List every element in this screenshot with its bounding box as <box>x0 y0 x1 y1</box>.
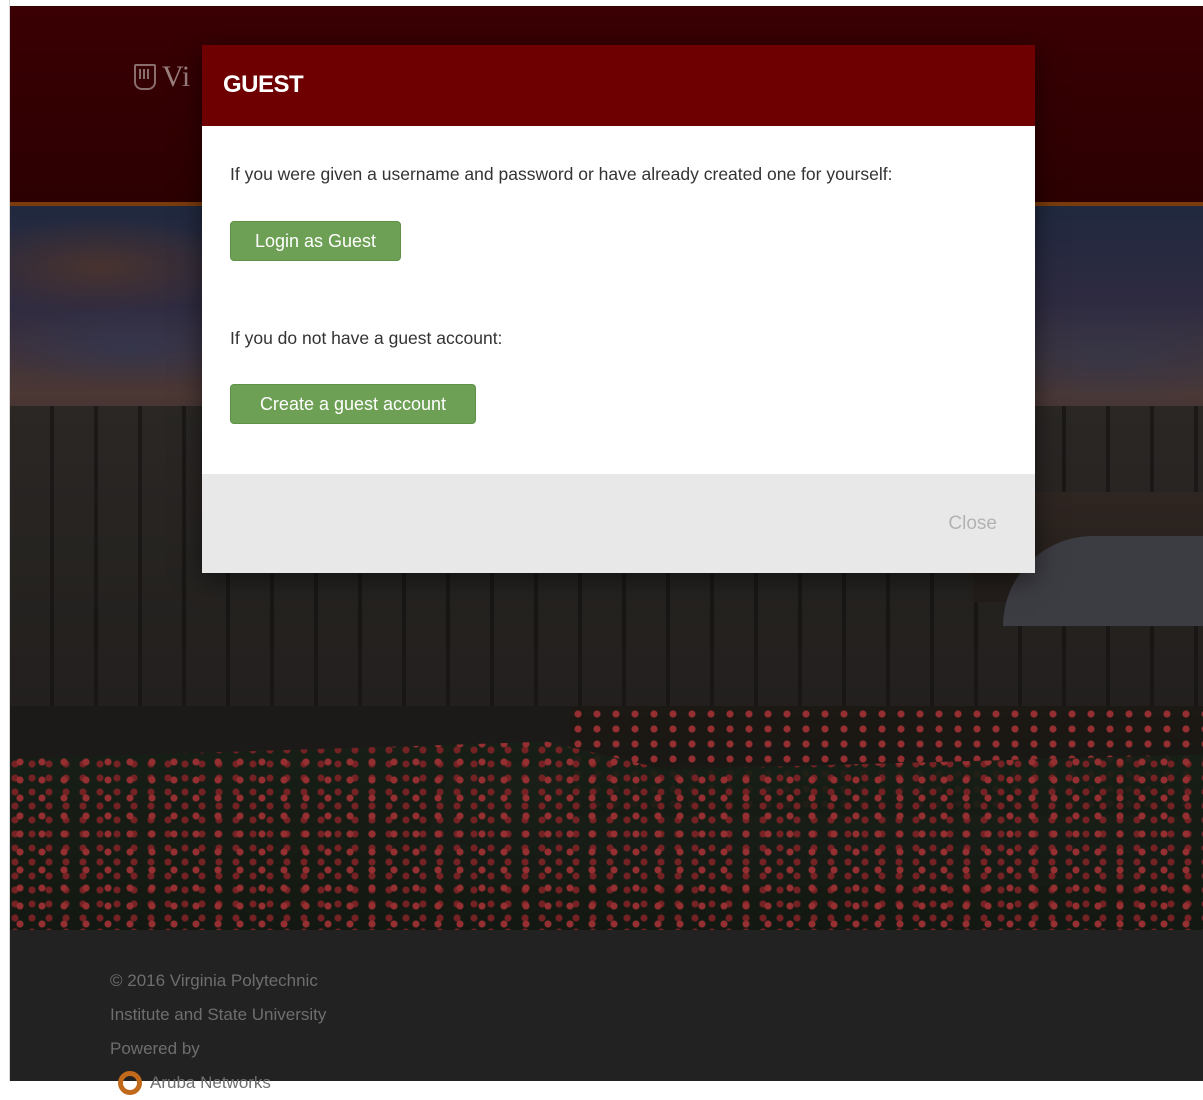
existing-account-prompt: If you were given a username and passwor… <box>230 164 893 184</box>
logo-text: Vi <box>162 60 191 93</box>
shield-icon <box>134 64 156 90</box>
modal-title: GUEST <box>223 71 304 98</box>
modal-footer: Close <box>202 474 1035 573</box>
copyright-line-1: © 2016 Virginia Polytechnic <box>110 971 318 990</box>
modal-body: If you were given a username and passwor… <box>202 126 1035 474</box>
copyright-line-2: Institute and State University <box>110 1005 327 1024</box>
close-button[interactable]: Close <box>942 512 1003 536</box>
new-account-prompt: If you do not have a guest account: <box>230 328 503 348</box>
window-edge <box>0 0 10 1081</box>
powered-by-label: Powered by <box>110 1039 200 1058</box>
aruba-logo-icon <box>118 1071 142 1095</box>
create-guest-account-button[interactable]: Create a guest account <box>230 384 476 424</box>
university-logo[interactable]: Vi <box>134 60 190 94</box>
login-as-guest-button[interactable]: Login as Guest <box>230 221 401 261</box>
vendor-row[interactable]: Aruba Networks <box>118 1066 370 1100</box>
footer-copyright: © 2016 Virginia Polytechnic Institute an… <box>110 964 370 1100</box>
guest-modal: GUEST If you were given a username and p… <box>202 45 1035 573</box>
page-footer: © 2016 Virginia Polytechnic Institute an… <box>10 930 1203 1095</box>
modal-header: GUEST <box>202 45 1035 126</box>
vendor-name: Aruba Networks <box>150 1073 271 1092</box>
